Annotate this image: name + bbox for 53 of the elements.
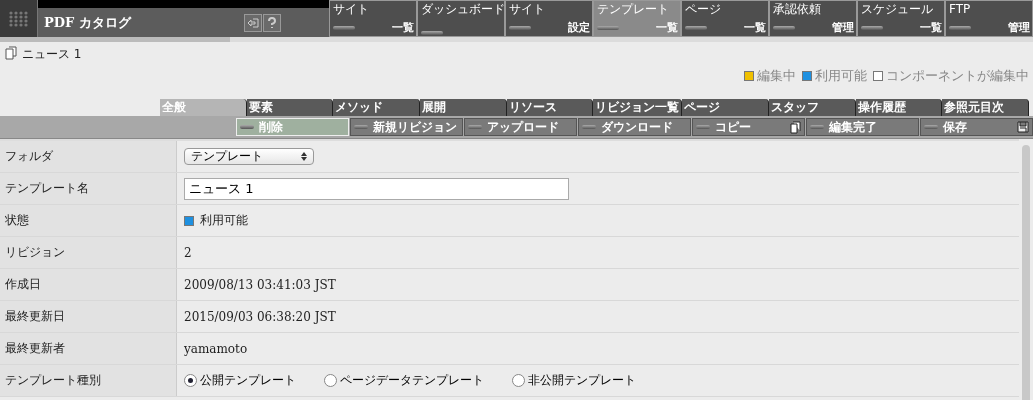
radio-option[interactable]: 非公開テンプレート: [512, 372, 636, 389]
updown-icon: [301, 152, 307, 161]
nav-button[interactable]: ダッシュボード: [417, 0, 505, 37]
legend-label: コンポーネントが編集中: [886, 66, 1029, 85]
legend-label: 編集中: [757, 66, 796, 85]
action-button[interactable]: コピー: [692, 118, 805, 136]
document-icon: [5, 46, 18, 60]
tab[interactable]: 要素: [246, 99, 334, 116]
save-icon: [1017, 121, 1029, 133]
name-input[interactable]: ニュース 1: [184, 177, 569, 200]
folder-select[interactable]: テンプレート: [184, 148, 314, 165]
exit-icon[interactable]: [244, 13, 262, 32]
action-button[interactable]: 保存: [920, 118, 1033, 136]
radio-option[interactable]: 公開テンプレート: [184, 372, 296, 389]
nav-button[interactable]: ページ 一覧: [681, 0, 769, 37]
tab[interactable]: 操作履歴: [855, 99, 943, 116]
field-label: テンプレート名: [0, 173, 177, 204]
nav-button[interactable]: FTP 管理: [945, 0, 1033, 37]
tab[interactable]: リソース: [506, 99, 594, 116]
action-button[interactable]: 新規リビジョン: [350, 118, 463, 136]
tab[interactable]: スタッフ: [769, 99, 856, 116]
document-title: ニュース 1: [22, 46, 82, 63]
nav-button[interactable]: 承認依頼 管理: [769, 0, 857, 37]
field-value: 2015/09/03 06:38:20 JST: [184, 309, 336, 324]
scrollbar[interactable]: [1022, 145, 1030, 400]
field-label: 最終更新日: [0, 301, 177, 332]
copy-icon: [790, 120, 801, 134]
tab[interactable]: ページ: [682, 99, 770, 116]
field-label: フォルダ: [0, 141, 177, 172]
action-button[interactable]: 編集完了: [806, 118, 919, 136]
nav-button[interactable]: サイト 一覧: [329, 0, 417, 37]
legend-label: 利用可能: [815, 66, 867, 85]
field-value: yamamoto: [184, 341, 248, 356]
tab[interactable]: リビジョン一覧: [593, 99, 683, 116]
nav-button[interactable]: サイト 設定: [505, 0, 593, 37]
field-label: 状態: [0, 205, 177, 236]
action-button[interactable]: アップロード: [464, 118, 577, 136]
tab[interactable]: メソッド: [333, 99, 420, 116]
field-label: テンプレート種別: [0, 365, 177, 396]
status-text: 利用可能: [200, 212, 248, 229]
field-label: リビジョン: [0, 237, 177, 268]
tab[interactable]: 参照元目次: [942, 99, 1030, 116]
tab[interactable]: 展開: [420, 99, 507, 116]
grid-logo-icon[interactable]: [0, 0, 38, 37]
help-icon[interactable]: [263, 13, 281, 32]
field-value: 2: [184, 245, 192, 260]
field-label: 最終更新者: [0, 333, 177, 364]
app-title: PDF カタログ: [44, 13, 133, 32]
nav-button[interactable]: スケジュール 一覧: [857, 0, 945, 37]
field-label: 作成日: [0, 269, 177, 300]
action-button[interactable]: ダウンロード: [578, 118, 691, 136]
radio-option[interactable]: ページデータテンプレート: [324, 372, 484, 389]
field-value: 2009/08/13 03:41:03 JST: [184, 277, 336, 292]
